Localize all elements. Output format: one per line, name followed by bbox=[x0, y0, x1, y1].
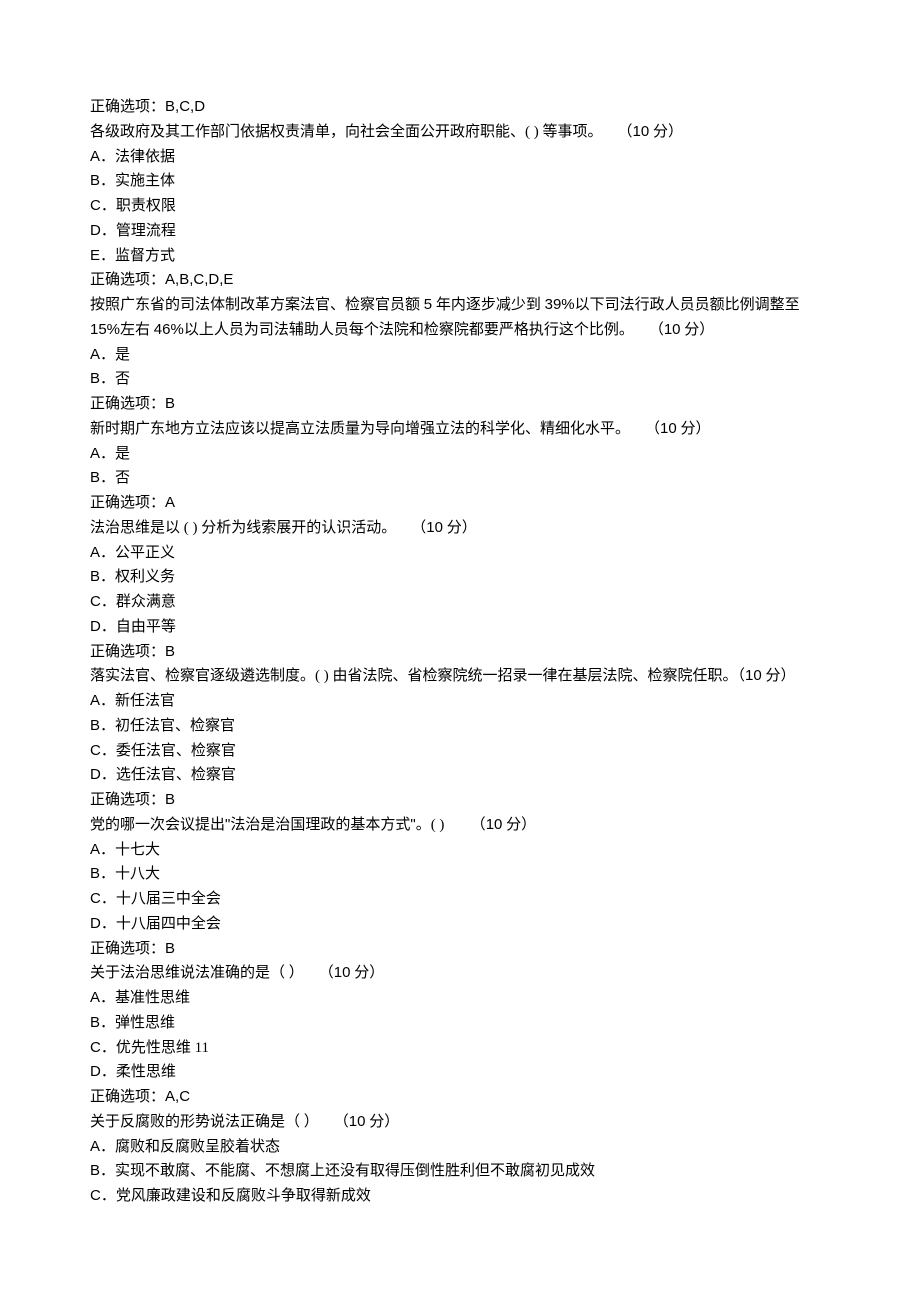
question-text: 关于反腐败的形势说法正确是（ ） （10 分） bbox=[90, 1110, 830, 1135]
answer-value: A bbox=[165, 494, 175, 511]
option-a: A．基准性思维 bbox=[90, 986, 830, 1011]
option-d: D．选任法官、检察官 bbox=[90, 763, 830, 788]
question-text: 落实法官、检察官逐级遴选制度。( ) 由省法院、省检察院统一招录一律在基层法院、… bbox=[90, 664, 830, 689]
option-d: D．自由平等 bbox=[90, 615, 830, 640]
question-text: 法治思维是以 ( ) 分析为线索展开的认识活动。 （10 分） bbox=[90, 516, 830, 541]
question-text: 按照广东省的司法体制改革方案法官、检察官员额 5 年内逐步减少到 39%以下司法… bbox=[90, 293, 830, 343]
option-d: D．十八届四中全会 bbox=[90, 912, 830, 937]
option-d: D．管理流程 bbox=[90, 219, 830, 244]
question-text: 各级政府及其工作部门依据权责清单，向社会全面公开政府职能、( ) 等事项。 （1… bbox=[90, 120, 830, 145]
option-c: C．职责权限 bbox=[90, 194, 830, 219]
answer-value: A,B,C,D,E bbox=[165, 271, 233, 288]
answer-value: B bbox=[165, 791, 175, 808]
answer-value: B bbox=[165, 643, 175, 660]
option-a: A．腐败和反腐败呈胶着状态 bbox=[90, 1135, 830, 1160]
answer-line: 正确选项：B bbox=[90, 788, 830, 813]
option-a: A．法律依据 bbox=[90, 145, 830, 170]
answer-line: 正确选项：A,C bbox=[90, 1085, 830, 1110]
question-block: 正确选项：B,C,D 各级政府及其工作部门依据权责清单，向社会全面公开政府职能、… bbox=[90, 95, 830, 293]
answer-value: B,C,D bbox=[165, 98, 205, 115]
answer-value: A,C bbox=[165, 1088, 190, 1105]
option-c: C．群众满意 bbox=[90, 590, 830, 615]
option-b: B．初任法官、检察官 bbox=[90, 714, 830, 739]
option-b: B．权利义务 bbox=[90, 565, 830, 590]
question-block: 新时期广东地方立法应该以提高立法质量为导向增强立法的科学化、精细化水平。 （10… bbox=[90, 417, 830, 516]
document-content: 正确选项：B,C,D 各级政府及其工作部门依据权责清单，向社会全面公开政府职能、… bbox=[90, 95, 830, 1209]
option-b: B．否 bbox=[90, 466, 830, 491]
question-block: 按照广东省的司法体制改革方案法官、检察官员额 5 年内逐步减少到 39%以下司法… bbox=[90, 293, 830, 417]
option-a: A．十七大 bbox=[90, 838, 830, 863]
option-c: C．优先性思维 11 bbox=[90, 1036, 830, 1061]
question-block: 党的哪一次会议提出"法治是治国理政的基本方式"。( ) （10 分） A．十七大… bbox=[90, 813, 830, 962]
question-block: 关于反腐败的形势说法正确是（ ） （10 分） A．腐败和反腐败呈胶着状态 B．… bbox=[90, 1110, 830, 1209]
question-text: 关于法治思维说法准确的是（ ） （10 分） bbox=[90, 961, 830, 986]
answer-line: 正确选项：A,B,C,D,E bbox=[90, 268, 830, 293]
option-a: A．公平正义 bbox=[90, 541, 830, 566]
question-block: 落实法官、检察官逐级遴选制度。( ) 由省法院、省检察院统一招录一律在基层法院、… bbox=[90, 664, 830, 813]
option-b: B．否 bbox=[90, 367, 830, 392]
option-b: B．十八大 bbox=[90, 862, 830, 887]
answer-line: 正确选项：B,C,D bbox=[90, 95, 830, 120]
option-b: B．实施主体 bbox=[90, 169, 830, 194]
answer-line: 正确选项：A bbox=[90, 491, 830, 516]
option-b: B．实现不敢腐、不能腐、不想腐上还没有取得压倒性胜利但不敢腐初见成效 bbox=[90, 1159, 830, 1184]
answer-value: B bbox=[165, 395, 175, 412]
answer-value: B bbox=[165, 940, 175, 957]
answer-line: 正确选项：B bbox=[90, 392, 830, 417]
option-b: B．弹性思维 bbox=[90, 1011, 830, 1036]
question-text: 新时期广东地方立法应该以提高立法质量为导向增强立法的科学化、精细化水平。 （10… bbox=[90, 417, 830, 442]
question-text: 党的哪一次会议提出"法治是治国理政的基本方式"。( ) （10 分） bbox=[90, 813, 830, 838]
option-e: E．监督方式 bbox=[90, 244, 830, 269]
answer-line: 正确选项：B bbox=[90, 937, 830, 962]
question-block: 法治思维是以 ( ) 分析为线索展开的认识活动。 （10 分） A．公平正义 B… bbox=[90, 516, 830, 665]
option-a: A．是 bbox=[90, 343, 830, 368]
option-a: A．新任法官 bbox=[90, 689, 830, 714]
option-c: C．委任法官、检察官 bbox=[90, 739, 830, 764]
option-c: C．十八届三中全会 bbox=[90, 887, 830, 912]
option-c: C．党风廉政建设和反腐败斗争取得新成效 bbox=[90, 1184, 830, 1209]
answer-line: 正确选项：B bbox=[90, 640, 830, 665]
question-block: 关于法治思维说法准确的是（ ） （10 分） A．基准性思维 B．弹性思维 C．… bbox=[90, 961, 830, 1110]
option-d: D．柔性思维 bbox=[90, 1060, 830, 1085]
option-a: A．是 bbox=[90, 442, 830, 467]
